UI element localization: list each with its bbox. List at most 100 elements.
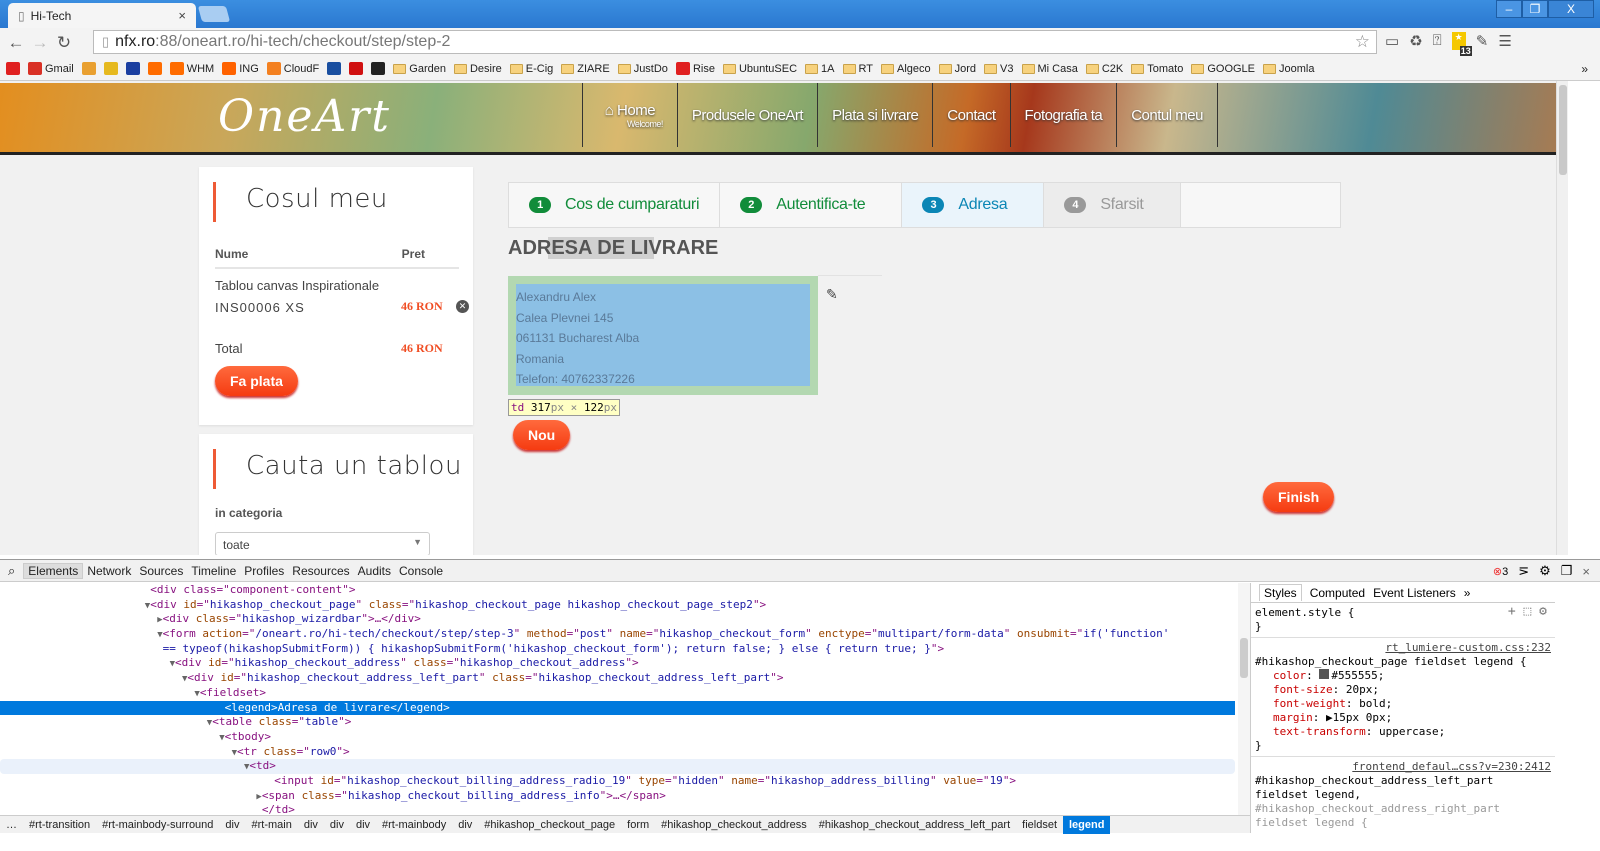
wizard-step-1[interactable]: 1 Cos de cumparaturi: [509, 183, 721, 227]
dom-node[interactable]: ▼<form action="/oneart.ro/hi-tech/checko…: [0, 627, 1235, 642]
bookmark-item[interactable]: [103, 62, 118, 75]
breadcrumb-item[interactable]: …: [0, 816, 23, 834]
dom-node[interactable]: ▼<tr class="row0">: [0, 745, 1235, 760]
dock-icon[interactable]: ❐: [1561, 563, 1573, 579]
css-property[interactable]: color: #555555;: [1255, 669, 1551, 683]
css-property[interactable]: font-size: 20px;: [1255, 683, 1551, 697]
dom-node[interactable]: ▼<div id="hikashop_checkout_address" cla…: [0, 656, 1235, 671]
breadcrumb-item[interactable]: legend: [1063, 815, 1111, 834]
css-rule-1[interactable]: rt_lumiere-custom.css:232 #hikashop_chec…: [1251, 638, 1555, 757]
close-window-button[interactable]: X: [1548, 0, 1594, 18]
tab-elements[interactable]: Elements: [23, 562, 84, 579]
rule-source-link[interactable]: frontend_defaul…css?v=230:2412: [1255, 760, 1551, 774]
bookmark-item[interactable]: Jord: [938, 63, 976, 75]
tab-sources[interactable]: Sources: [135, 564, 187, 578]
dom-node[interactable]: </td>: [0, 803, 1235, 815]
tab-audits[interactable]: Audits: [354, 564, 395, 578]
settings-gear-icon[interactable]: ⚙: [1539, 563, 1551, 579]
close-devtools-icon[interactable]: ×: [1582, 564, 1590, 579]
bookmark-item[interactable]: C2K: [1085, 63, 1123, 75]
nav-produse[interactable]: Produsele OneArt: [676, 83, 817, 147]
breadcrumb-item[interactable]: #rt-main: [245, 816, 297, 834]
tab-close-icon[interactable]: ×: [178, 8, 186, 23]
css-property[interactable]: font-weight: bold;: [1255, 697, 1551, 711]
search-icon[interactable]: ⌕: [0, 563, 23, 579]
oneart-logo[interactable]: OneArt: [218, 91, 391, 142]
bookmark-item[interactable]: Garden: [393, 63, 446, 75]
bookmark-item[interactable]: Mi Casa: [1021, 63, 1078, 75]
bookmark-item[interactable]: GOOGLE: [1191, 63, 1255, 75]
styles-tab[interactable]: Styles: [1259, 584, 1302, 601]
bookmark-item[interactable]: [6, 62, 20, 75]
dom-node[interactable]: ▼<div id="hikashop_checkout_address_left…: [0, 671, 1235, 686]
dom-node[interactable]: ▼<fieldset>: [0, 686, 1235, 701]
edit-address-icon[interactable]: ✎: [826, 286, 838, 303]
bookmark-item[interactable]: 1A: [805, 63, 835, 75]
tab-console[interactable]: Console: [395, 564, 447, 578]
breadcrumb-item[interactable]: #rt-mainbody-surround: [96, 816, 219, 834]
recycle-extension-icon[interactable]: ♻: [1409, 32, 1422, 50]
reload-icon[interactable]: ↻: [52, 33, 76, 53]
error-badge[interactable]: ⊗3: [1493, 565, 1508, 578]
breadcrumb-item[interactable]: div: [452, 816, 478, 834]
breadcrumb-item[interactable]: div: [350, 816, 376, 834]
dom-scrollbar[interactable]: [1238, 583, 1250, 815]
notification-extension-icon[interactable]: ★ 13: [1451, 32, 1472, 56]
bookmark-item[interactable]: Algeco: [880, 63, 931, 75]
finish-button[interactable]: Finish: [1263, 482, 1335, 512]
dom-node[interactable]: ▶<span class="hikashop_checkout_billing_…: [0, 789, 1235, 804]
tab-timeline[interactable]: Timeline: [187, 564, 240, 578]
dom-node[interactable]: ▼<div id="hikashop_checkout_page" class=…: [0, 598, 1235, 613]
tab-network[interactable]: Network: [83, 564, 135, 578]
nav-contul-meu[interactable]: Contul meu: [1116, 83, 1218, 147]
breadcrumb-item[interactable]: fieldset: [1016, 816, 1063, 834]
rule-source-link[interactable]: rt_lumiere-custom.css:232: [1255, 641, 1551, 655]
breadcrumb-item[interactable]: #rt-mainbody: [376, 816, 452, 834]
bookmark-item[interactable]: [81, 62, 96, 75]
breadcrumb-item[interactable]: div: [298, 816, 324, 834]
element-state-icon[interactable]: ⬚: [1524, 604, 1532, 619]
address-bar[interactable]: ▯ nfx.ro:88/oneart.ro/hi-tech/checkout/s…: [93, 30, 1377, 54]
bookmark-item[interactable]: CloudF: [266, 62, 319, 75]
wizard-step-2[interactable]: 2 Autentifica-te: [720, 183, 903, 227]
nav-contact[interactable]: Contact: [932, 83, 1009, 147]
tab-profiles[interactable]: Profiles: [240, 564, 288, 578]
breadcrumb-item[interactable]: #hikashop_checkout_address: [655, 816, 813, 834]
bookmark-item[interactable]: WHM: [169, 62, 214, 75]
bookmark-item[interactable]: Tomato: [1131, 63, 1183, 75]
bookmark-item[interactable]: V3: [984, 63, 1014, 75]
bookmark-item[interactable]: [327, 62, 342, 75]
bookmark-item[interactable]: ZIARE: [561, 63, 610, 75]
bookmark-item[interactable]: JustDo: [617, 63, 668, 75]
css-rule-2[interactable]: frontend_defaul…css?v=230:2412 #hikashop…: [1251, 757, 1555, 833]
bookmark-item[interactable]: Joomla: [1263, 63, 1314, 75]
wizard-step-4[interactable]: 4 Sfarsit: [1044, 183, 1181, 227]
new-tab-button[interactable]: [197, 6, 231, 22]
bookmark-item[interactable]: UbuntuSEC: [722, 63, 797, 75]
bookmark-item[interactable]: ING: [222, 62, 259, 75]
nav-plata-livrare[interactable]: Plata si livrare: [817, 83, 932, 147]
add-rule-icon[interactable]: +: [1508, 604, 1516, 619]
restore-button[interactable]: ❐: [1522, 0, 1548, 18]
breadcrumb-item[interactable]: div: [219, 816, 245, 834]
element-style-rule[interactable]: element.style { } + ⬚ ⚙: [1251, 603, 1555, 638]
category-select[interactable]: toate ▼: [215, 532, 430, 555]
back-icon[interactable]: ←: [4, 33, 28, 53]
forward-icon[interactable]: →: [28, 33, 52, 53]
nav-home[interactable]: ⌂ Home Welcome!: [582, 83, 677, 147]
remove-item-icon[interactable]: ✕: [456, 300, 469, 313]
bookmark-item[interactable]: Rise: [675, 62, 715, 75]
styles-tab[interactable]: »: [1464, 586, 1471, 600]
bookmark-item[interactable]: [371, 62, 386, 75]
styles-tab[interactable]: Event Listeners: [1373, 586, 1456, 600]
css-property[interactable]: margin: ▶15px 0px;: [1255, 711, 1551, 725]
page-scrollbar[interactable]: [1556, 81, 1568, 555]
ruler-extension-icon[interactable]: ▭: [1385, 32, 1399, 50]
tab-resources[interactable]: Resources: [288, 564, 353, 578]
breadcrumb-item[interactable]: #rt-transition: [23, 816, 96, 834]
bookmark-item[interactable]: [147, 62, 162, 75]
browser-tab[interactable]: ▯ Hi-Tech ×: [8, 3, 196, 28]
pay-button[interactable]: Fa plata: [215, 366, 298, 396]
bookmark-item[interactable]: Gmail: [28, 62, 74, 75]
nav-fotografia[interactable]: Fotografia ta: [1009, 83, 1117, 147]
